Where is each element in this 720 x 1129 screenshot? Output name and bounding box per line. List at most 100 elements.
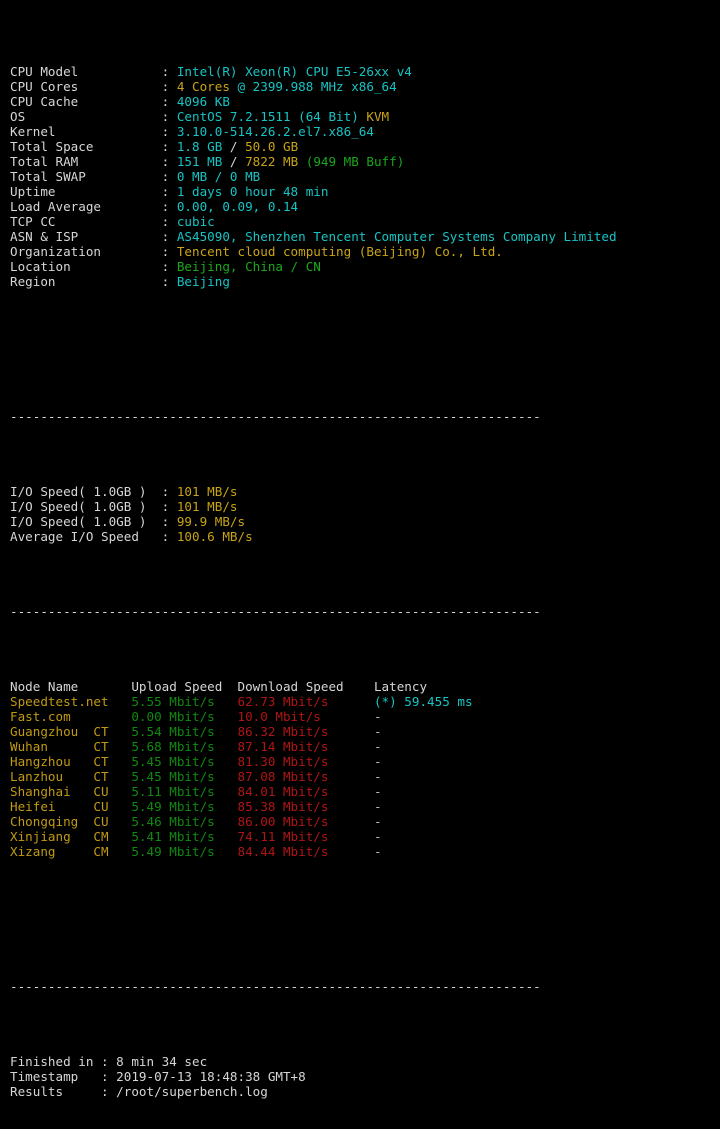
info-colon: : [161, 199, 177, 214]
info-row: TCP CC : cubic [10, 214, 720, 229]
download-speed: 10.0 Mbit/s [237, 709, 374, 724]
value-kernel: 3.10.0-514.26.2.el7.x86_64 [176, 124, 374, 139]
info-label: Total Space [10, 139, 162, 154]
upload-speed: 5.54 Mbit/s [131, 724, 238, 739]
value-ram-total: 7822 MB [245, 154, 299, 169]
latency-value: - [373, 814, 382, 829]
info-row: Total Space : 1.8 GB / 50.0 GB [10, 139, 720, 154]
info-label: CPU Model [10, 64, 162, 79]
info-row: Total SWAP : 0 MB / 0 MB [10, 169, 720, 184]
io-row: Average I/O Speed : 100.6 MB/s [10, 529, 720, 544]
node-name: Lanzhou CT [10, 769, 132, 784]
info-colon: : [161, 244, 177, 259]
io-value: 100.6 MB/s [176, 529, 253, 544]
io-row: I/O Speed( 1.0GB ) : 101 MB/s [10, 484, 720, 499]
speedtest-row: Heifei CU 5.49 Mbit/s 85.38 Mbit/s - [10, 799, 720, 814]
info-row: Location : Beijing, China / CN [10, 259, 720, 274]
separator-rule-1: ----------------------------------------… [10, 409, 541, 424]
info-label: Location [10, 259, 162, 274]
io-value: 101 MB/s [176, 499, 238, 514]
latency-value: - [373, 739, 382, 754]
download-speed: 86.32 Mbit/s [237, 724, 374, 739]
node-name: Wuhan CT [10, 739, 132, 754]
download-speed: 84.44 Mbit/s [237, 844, 374, 859]
value-space-used: 1.8 GB [176, 139, 223, 154]
upload-speed: 5.46 Mbit/s [131, 814, 238, 829]
summary-colon: : [101, 1084, 117, 1099]
upload-speed: 5.49 Mbit/s [131, 799, 238, 814]
header-latency: Latency [373, 679, 428, 694]
summary-colon: : [101, 1069, 117, 1084]
info-label: Total RAM [10, 154, 162, 169]
node-name: Hangzhou CT [10, 754, 132, 769]
info-row: Organization : Tencent cloud computing (… [10, 244, 720, 259]
download-speed: 87.08 Mbit/s [237, 769, 374, 784]
info-row: CPU Cache : 4096 KB [10, 94, 720, 109]
speedtest-row: Speedtest.net 5.55 Mbit/s 62.73 Mbit/s (… [10, 694, 720, 709]
upload-speed: 5.41 Mbit/s [131, 829, 238, 844]
io-label: I/O Speed( 1.0GB ) [10, 499, 162, 514]
value-space-total: 50.0 GB [245, 139, 299, 154]
download-speed: 87.14 Mbit/s [237, 739, 374, 754]
node-name: Fast.com [10, 709, 132, 724]
header-node-name: Node Name [10, 679, 132, 694]
value-ram-used: 151 MB [176, 154, 223, 169]
info-colon: : [161, 184, 177, 199]
summary-block: Finished in : 8 min 34 sec Timestamp : 20… [10, 1054, 720, 1099]
info-label: Kernel [10, 124, 162, 139]
value-os-virt: KVM [366, 109, 390, 124]
value-asn-isp: AS45090, Shenzhen Tencent Computer Syste… [176, 229, 617, 244]
io-colon: : [161, 499, 177, 514]
latency-value: - [373, 769, 382, 784]
value-location: Beijing, China / CN [176, 259, 321, 274]
header-upload-speed: Upload Speed [131, 679, 238, 694]
value-ram-slash: / [222, 154, 246, 169]
node-name: Chongqing CU [10, 814, 132, 829]
value-cpu-cores: 4 Cores [176, 79, 230, 94]
info-label: CPU Cache [10, 94, 162, 109]
node-name: Speedtest.net [10, 694, 132, 709]
summary-label: Finished in [10, 1054, 101, 1069]
latency-value: - [373, 754, 382, 769]
download-speed: 86.00 Mbit/s [237, 814, 374, 829]
latency-value: - [373, 799, 382, 814]
info-label: Organization [10, 244, 162, 259]
info-label: TCP CC [10, 214, 162, 229]
value-cpu-model: Intel(R) Xeon(R) CPU E5-26xx v4 [176, 64, 412, 79]
speedtest-table: Node Name Upload Speed Download Speed La… [10, 679, 720, 859]
io-row: I/O Speed( 1.0GB ) : 99.9 MB/s [10, 514, 720, 529]
info-row: Kernel : 3.10.0-514.26.2.el7.x86_64 [10, 124, 720, 139]
io-label: I/O Speed( 1.0GB ) [10, 514, 162, 529]
latency-value: - [373, 784, 382, 799]
download-speed: 74.11 Mbit/s [237, 829, 374, 844]
latency-value: - [373, 709, 382, 724]
node-name: Heifei CU [10, 799, 132, 814]
upload-speed: 5.49 Mbit/s [131, 844, 238, 859]
info-colon: : [161, 259, 177, 274]
latency-value: - [373, 829, 382, 844]
info-row: Total RAM : 151 MB / 7822 MB (949 MB Buf… [10, 154, 720, 169]
info-row: OS : CentOS 7.2.1511 (64 Bit) KVM [10, 109, 720, 124]
speedtest-row: Chongqing CU 5.46 Mbit/s 86.00 Mbit/s - [10, 814, 720, 829]
speedtest-row: Hangzhou CT 5.45 Mbit/s 81.30 Mbit/s - [10, 754, 720, 769]
summary-value: 2019-07-13 18:48:38 GMT+8 [116, 1069, 306, 1084]
info-row: Region : Beijing [10, 274, 720, 289]
summary-colon: : [101, 1054, 117, 1069]
info-colon: : [161, 124, 177, 139]
upload-speed: 5.11 Mbit/s [131, 784, 238, 799]
upload-speed: 5.68 Mbit/s [131, 739, 238, 754]
node-name: Guangzhou CT [10, 724, 132, 739]
summary-row: Timestamp : 2019-07-13 18:48:38 GMT+8 [10, 1069, 720, 1084]
value-uptime: 1 days 0 hour 48 min [176, 184, 329, 199]
node-name: Shanghai CU [10, 784, 132, 799]
summary-value: 8 min 34 sec [116, 1054, 208, 1069]
info-row: Load Average : 0.00, 0.09, 0.14 [10, 199, 720, 214]
info-colon: : [161, 229, 177, 244]
system-info-block: CPU Model : Intel(R) Xeon(R) CPU E5-26xx… [10, 64, 720, 289]
separator-rule-2: ----------------------------------------… [10, 604, 541, 619]
node-name: Xizang CM [10, 844, 132, 859]
info-colon: : [161, 274, 177, 289]
info-label: Total SWAP [10, 169, 162, 184]
